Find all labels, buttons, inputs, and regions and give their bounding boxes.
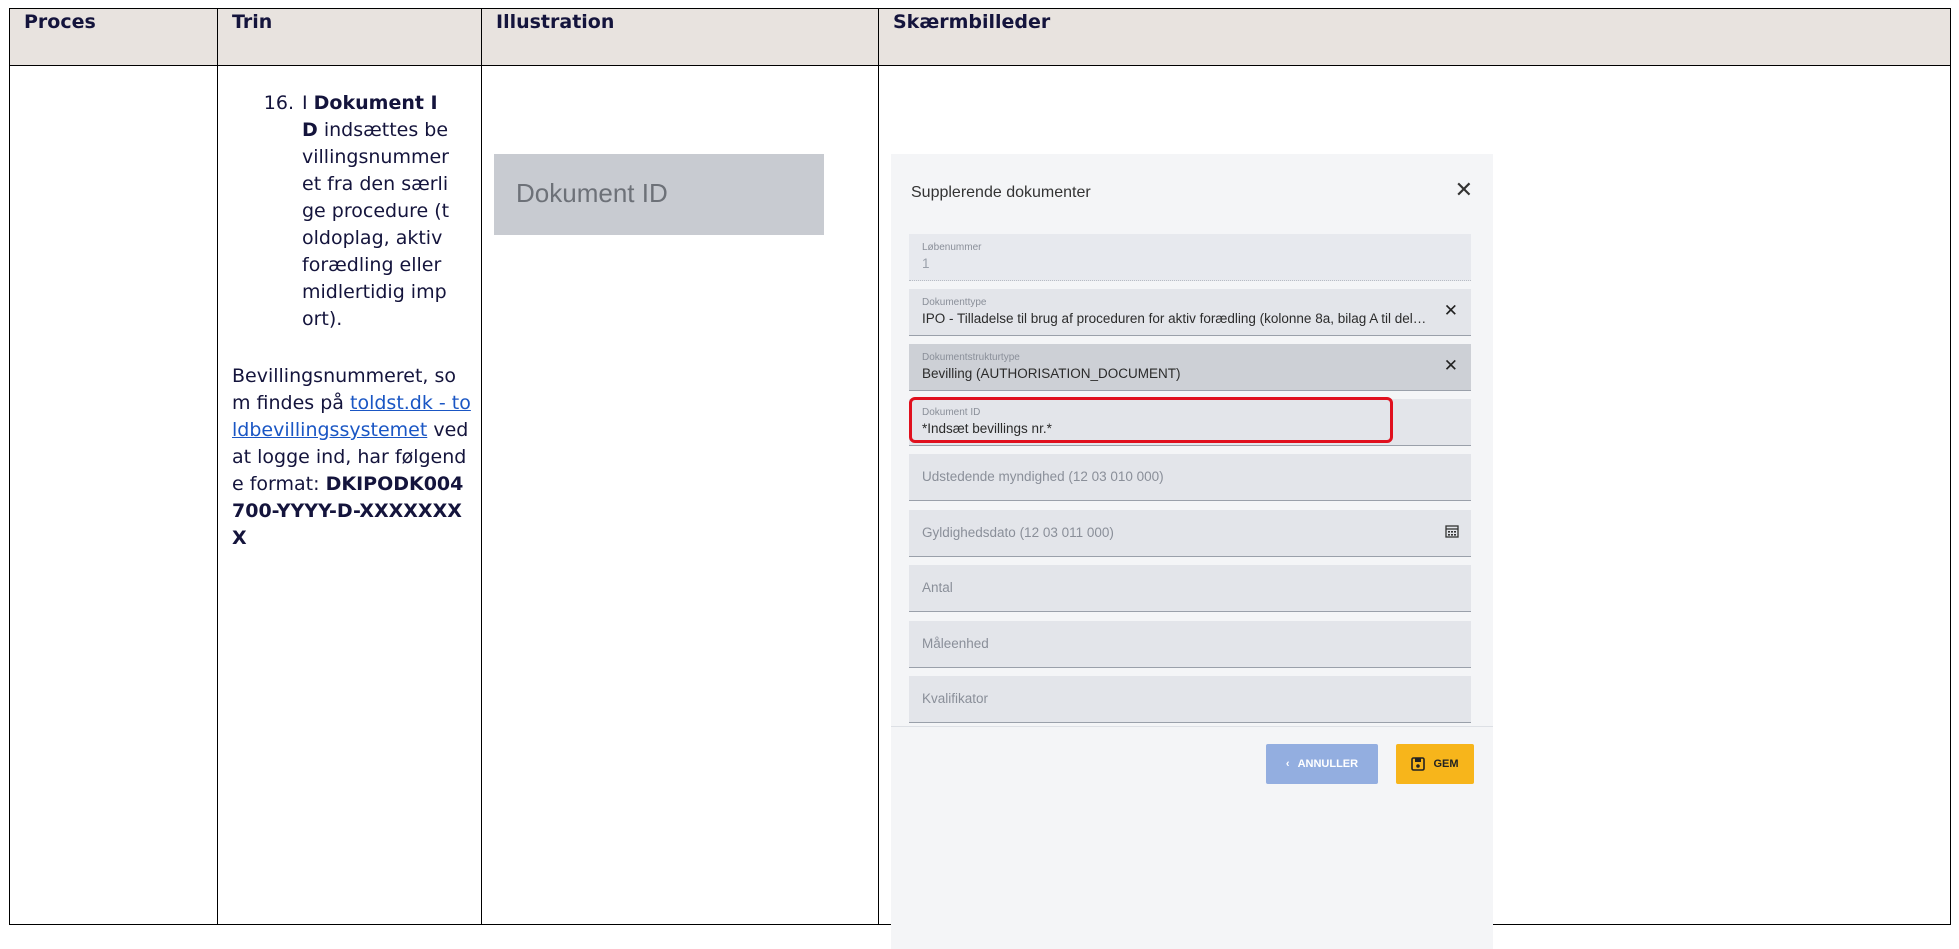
antal-field[interactable]: Antal (909, 565, 1471, 612)
clear-icon[interactable]: ✕ (1444, 356, 1458, 376)
proces-cell (9, 65, 218, 925)
step-item: 16. I Dokument ID indsættes bevillingsnu… (232, 90, 471, 333)
loebenummer-field: Løbenummer 1 (909, 234, 1471, 281)
save-icon (1411, 757, 1426, 771)
clear-icon[interactable]: ✕ (1444, 301, 1458, 321)
supplerende-dokumenter-dialog: Supplerende dokumenter ✕ Løbenummer 1 Do… (891, 154, 1493, 949)
annuller-button[interactable]: ‹ ANNULLER (1266, 744, 1378, 784)
footer-divider (891, 726, 1493, 727)
udstedende-myndighed-field[interactable]: Udstedende myndighed (12 03 010 000) (909, 454, 1471, 501)
dialog-title: Supplerende dokumenter (911, 184, 1091, 201)
calendar-icon[interactable] (1445, 524, 1459, 538)
format-note: Bevillingsnummeret, som findes på toldst… (232, 365, 471, 549)
header-proces: Proces (9, 8, 218, 66)
header-illustration: Illustration (481, 8, 879, 66)
highlight-box (909, 397, 1393, 443)
gem-button[interactable]: GEM (1396, 744, 1474, 784)
trin-cell: 16. I Dokument ID indsættes bevillingsnu… (217, 65, 482, 925)
step-text: I Dokument ID indsættes bevillingsnummer… (302, 92, 450, 330)
kvalifikator-field[interactable]: Kvalifikator (909, 676, 1471, 723)
illustration-cell: Dokument ID (481, 65, 879, 925)
maaleenhed-field[interactable]: Måleenhed (909, 621, 1471, 668)
close-icon[interactable]: ✕ (1455, 180, 1473, 202)
instruction-table: Proces Trin Illustration Skærmbilleder 1… (9, 8, 1951, 949)
header-trin: Trin (217, 8, 482, 66)
header-skaermbilleder: Skærmbilleder (878, 8, 1951, 66)
step-number: 16. (263, 92, 294, 114)
illustration-label: Dokument ID (516, 178, 668, 208)
illustration-field: Dokument ID (494, 154, 824, 235)
dokumenttype-field[interactable]: Dokumenttype IPO - Tilladelse til brug a… (909, 289, 1471, 336)
gyldighedsdato-field[interactable]: Gyldighedsdato (12 03 011 000) (909, 510, 1471, 557)
screenshot-cell: Supplerende dokumenter ✕ Løbenummer 1 Do… (878, 65, 1951, 949)
chevron-left-icon: ‹ (1285, 758, 1290, 770)
dokumentstrukturtype-field[interactable]: Dokumentstrukturtype Bevilling (AUTHORIS… (909, 344, 1471, 391)
